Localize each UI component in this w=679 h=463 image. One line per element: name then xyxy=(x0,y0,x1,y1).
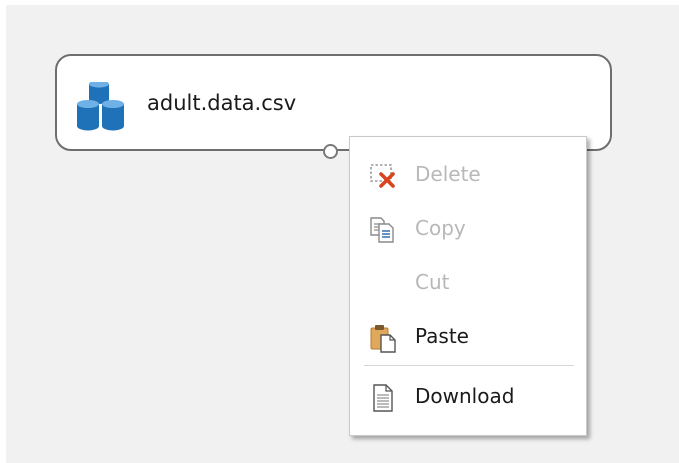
paste-icon xyxy=(370,325,396,353)
menu-item-label: Cut xyxy=(415,270,450,294)
menu-item-paste[interactable]: Paste xyxy=(350,311,586,361)
dataset-name-label: adult.data.csv xyxy=(147,91,297,115)
menu-item-label: Delete xyxy=(415,162,481,186)
menu-separator xyxy=(364,365,574,366)
menu-item-label: Download xyxy=(415,384,515,408)
menu-item-label: Copy xyxy=(415,216,466,240)
menu-item-label: Paste xyxy=(415,324,469,348)
dataset-cylinders-icon xyxy=(77,82,124,131)
menu-item-download[interactable]: Download xyxy=(350,371,586,421)
context-menu: Delete Copy Cut Paste Download xyxy=(349,136,587,436)
output-port[interactable] xyxy=(323,144,338,159)
menu-item-copy[interactable]: Copy xyxy=(350,203,586,253)
menu-item-cut[interactable]: Cut xyxy=(350,257,586,307)
delete-icon xyxy=(370,164,395,188)
menu-item-delete[interactable]: Delete xyxy=(350,149,586,199)
document-icon xyxy=(373,384,393,412)
copy-icon xyxy=(370,217,394,243)
